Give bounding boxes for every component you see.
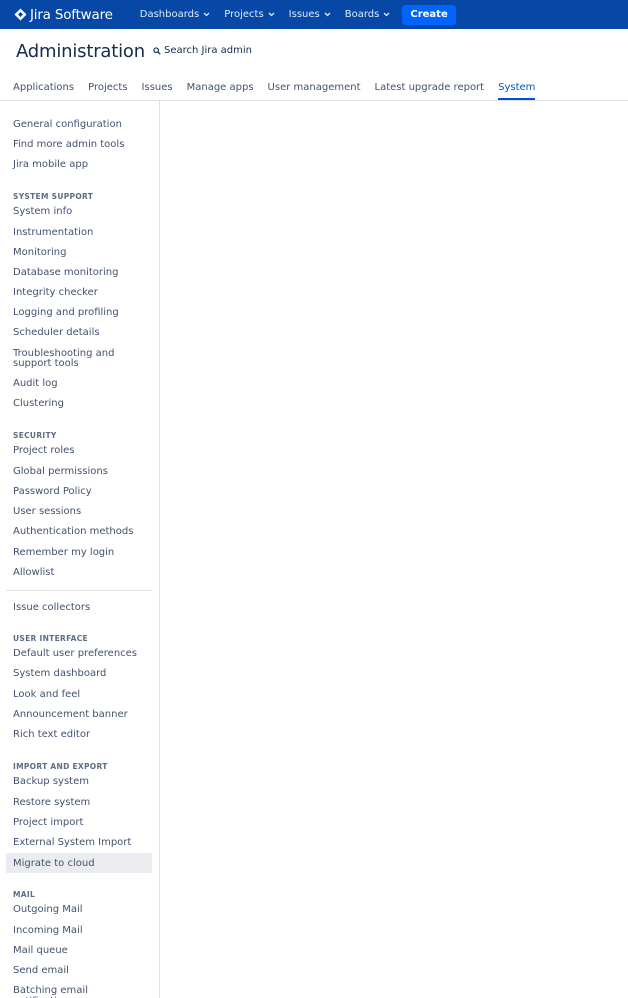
page-title: Administration	[16, 41, 145, 62]
sidebar-item-look-and-feel[interactable]: Look and feel	[6, 689, 152, 700]
sidebar-item-find-more-admin-tools[interactable]: Find more admin tools	[6, 139, 152, 150]
sidebar-item-send-email[interactable]: Send email	[6, 965, 152, 976]
sidebar-item-clustering[interactable]: Clustering	[6, 398, 152, 409]
sidebar-item-audit-log[interactable]: Audit log	[6, 378, 152, 389]
tab-manage-apps[interactable]: Manage apps	[187, 82, 254, 100]
chevron-down-icon	[203, 12, 210, 17]
nav-issues-label: Issues	[288, 9, 320, 20]
sidebar-item-backup-system[interactable]: Backup system	[6, 776, 152, 787]
sidebar-item-user-sessions[interactable]: User sessions	[6, 506, 152, 517]
tab-user-management[interactable]: User management	[268, 82, 361, 100]
sidebar-item-remember-my-login[interactable]: Remember my login	[6, 547, 152, 558]
jira-diamond-icon	[14, 8, 27, 21]
sidebar-item-issue-collectors[interactable]: Issue collectors	[6, 602, 152, 613]
sidebar-item-batching-email-notifications[interactable]: Batching email notifications	[6, 985, 152, 998]
nav-boards[interactable]: Boards	[345, 9, 391, 20]
create-button[interactable]: Create	[402, 4, 456, 25]
search-icon	[153, 46, 161, 55]
sidebar-item-project-roles[interactable]: Project roles	[6, 445, 152, 456]
admin-tabs: Applications Projects Issues Manage apps…	[13, 82, 549, 100]
tab-projects[interactable]: Projects	[88, 82, 127, 100]
sidebar-divider	[6, 590, 152, 591]
admin-search-label: Search Jira admin	[164, 45, 253, 56]
sidebar-item-outgoing-mail[interactable]: Outgoing Mail	[6, 904, 152, 915]
nav-issues[interactable]: Issues	[289, 9, 331, 20]
sidebar-item-mail-queue[interactable]: Mail queue	[6, 945, 152, 956]
sidebar-item-password-policy[interactable]: Password Policy	[6, 486, 152, 497]
sidebar-item-system-dashboard[interactable]: System dashboard	[6, 668, 152, 679]
sidebar-item-default-user-preferences[interactable]: Default user preferences	[6, 648, 152, 659]
sidebar-item-system-info[interactable]: System info	[6, 206, 152, 217]
sidebar-item-database-monitoring[interactable]: Database monitoring	[6, 267, 152, 278]
nav-dashboards[interactable]: Dashboards	[140, 9, 210, 20]
chevron-down-icon	[268, 12, 275, 17]
sidebar-item-integrity-checker[interactable]: Integrity checker	[6, 287, 152, 298]
nav-projects[interactable]: Projects	[224, 9, 275, 20]
nav-projects-label: Projects	[224, 9, 264, 20]
tab-issues[interactable]: Issues	[142, 82, 173, 100]
sidebar-item-global-permissions[interactable]: Global permissions	[6, 466, 152, 477]
sidebar-item-project-import[interactable]: Project import	[6, 817, 152, 828]
tab-system[interactable]: System	[498, 82, 536, 100]
sidebar-item-instrumentation[interactable]: Instrumentation	[6, 227, 152, 238]
sidebar-item-authentication-methods[interactable]: Authentication methods	[6, 526, 152, 537]
sidebar-item-scheduler-details[interactable]: Scheduler details	[6, 327, 152, 338]
admin-sidebar: General configuration Find more admin to…	[0, 101, 160, 998]
sidebar-item-rich-text-editor[interactable]: Rich text editor	[6, 729, 152, 740]
jira-logo[interactable]: Jira Software	[14, 7, 113, 23]
tab-latest-upgrade-report[interactable]: Latest upgrade report	[375, 82, 485, 100]
sidebar-item-general-configuration[interactable]: General configuration	[6, 119, 152, 130]
admin-search-button[interactable]: Search Jira admin	[153, 45, 252, 56]
chevron-down-icon	[324, 12, 331, 17]
logo-text: Jira Software	[30, 6, 113, 23]
nav-boards-label: Boards	[344, 9, 380, 20]
sidebar-item-migrate-to-cloud[interactable]: Migrate to cloud	[6, 853, 152, 873]
sidebar-item-incoming-mail[interactable]: Incoming Mail	[6, 925, 152, 936]
sidebar-heading-security: SECURITY	[13, 431, 57, 440]
sidebar-heading-mail: MAIL	[13, 890, 36, 899]
sidebar-heading-import-export: IMPORT AND EXPORT	[13, 762, 108, 771]
nav-dashboards-label: Dashboards	[139, 9, 200, 20]
sidebar-item-allowlist[interactable]: Allowlist	[6, 567, 152, 578]
sidebar-item-restore-system[interactable]: Restore system	[6, 797, 152, 808]
sidebar-heading-user-interface: USER INTERFACE	[13, 634, 88, 643]
sidebar-item-jira-mobile-app[interactable]: Jira mobile app	[6, 159, 152, 170]
sidebar-heading-system-support: SYSTEM SUPPORT	[13, 192, 94, 201]
sidebar-item-logging-and-profiling[interactable]: Logging and profiling	[6, 307, 152, 318]
sidebar-item-monitoring[interactable]: Monitoring	[6, 247, 152, 258]
sidebar-item-troubleshooting-line2[interactable]: support tools	[6, 358, 152, 369]
sidebar-item-external-system-import[interactable]: External System Import	[6, 837, 152, 848]
top-navigation-bar: Jira Software Dashboards Projects Issues…	[0, 0, 628, 29]
chevron-down-icon	[383, 12, 390, 17]
tab-applications[interactable]: Applications	[13, 82, 74, 100]
sidebar-item-announcement-banner[interactable]: Announcement banner	[6, 709, 152, 720]
